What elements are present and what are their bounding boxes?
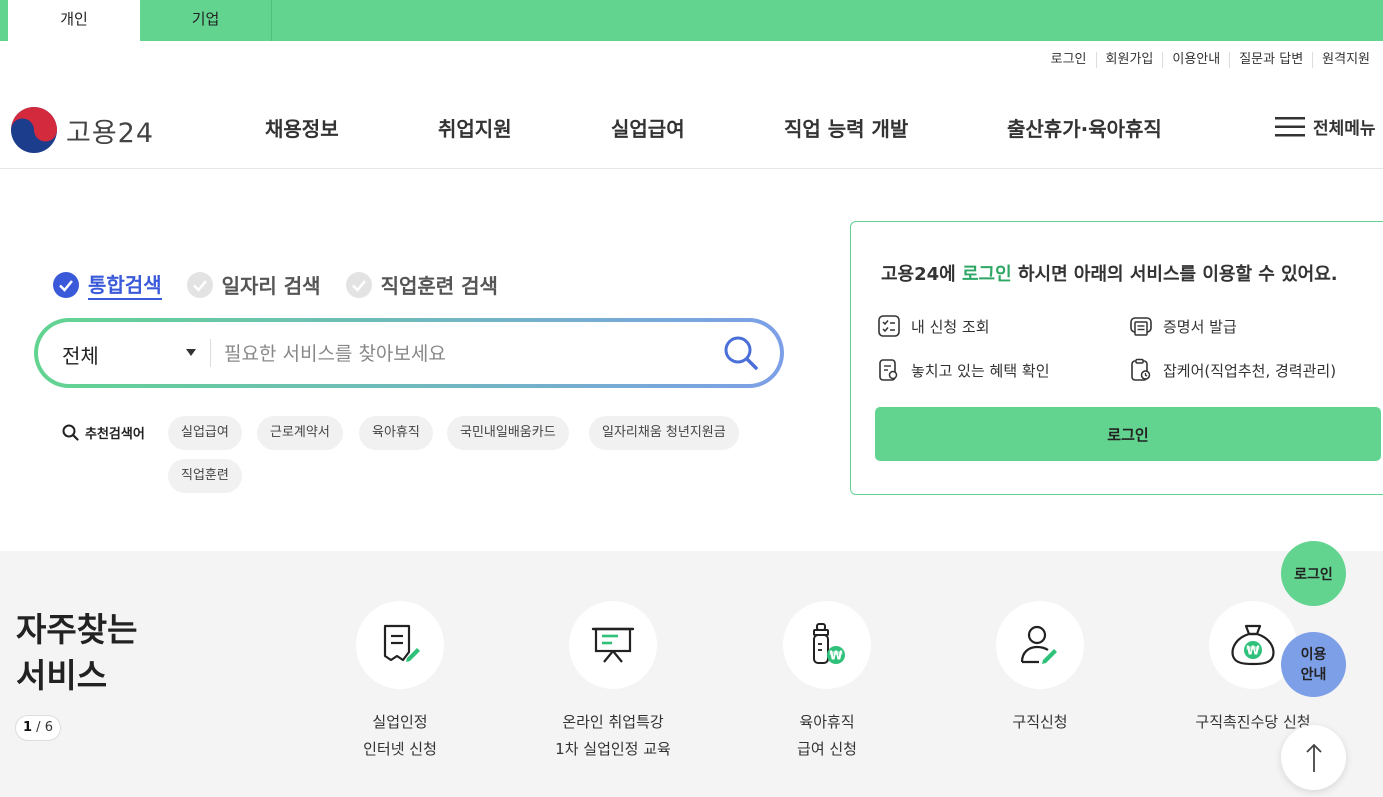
document-search-icon	[879, 359, 898, 381]
service-certificate[interactable]: 증명서 발급	[1129, 314, 1237, 338]
lead-before: 고용24에	[881, 264, 962, 285]
nav-unemployment-benefit[interactable]: 실업급여	[611, 113, 685, 142]
all-menu-button[interactable]: 전체메뉴	[1275, 114, 1376, 139]
util-login-link[interactable]: 로그인	[1042, 52, 1096, 68]
tab-integrated-search[interactable]: 통합검색	[52, 269, 162, 300]
service-icon-circle	[996, 601, 1084, 689]
service-label: 놓치고 있는 혜택 확인	[911, 361, 1050, 380]
service-parental-leave-benefit[interactable]: ₩ 육아휴직 급여 신청	[727, 601, 927, 763]
service-label: 증명서 발급	[1163, 317, 1237, 336]
tab-job-search[interactable]: 일자리 검색	[186, 270, 321, 299]
site-logo[interactable]: 고용24	[10, 106, 154, 154]
floating-guide-button[interactable]: 이용 안내	[1281, 632, 1346, 697]
hamburger-icon	[1275, 116, 1305, 136]
search-category-select[interactable]: 전체	[62, 340, 99, 369]
keyword-chip[interactable]: 육아휴직	[359, 416, 433, 450]
taegeuk-logo-icon	[11, 107, 57, 153]
search-button[interactable]	[722, 334, 760, 376]
util-signup-link[interactable]: 회원가입	[1095, 52, 1163, 68]
nav-job-info[interactable]: 채용정보	[265, 113, 339, 142]
main-header: 고용24 채용정보 취업지원 실업급여 직업 능력 개발 출산휴가·육아휴직 전…	[0, 84, 1383, 169]
person-pen-icon	[1020, 625, 1057, 664]
check-circle-icon	[345, 271, 372, 298]
search-icon	[724, 336, 758, 370]
keyword-chip[interactable]: 국민내일배움카드	[447, 416, 569, 450]
login-button[interactable]: 로그인	[875, 407, 1381, 461]
service-label: 구직신청	[1012, 713, 1068, 731]
tab-corporate[interactable]: 기업	[140, 0, 272, 41]
floating-login-button[interactable]: 로그인	[1281, 541, 1346, 606]
search-box-inner: 전체	[38, 322, 780, 384]
check-circle-icon	[53, 271, 79, 298]
title-line: 서비스	[16, 656, 108, 695]
service-label: 내 신청 조회	[911, 317, 990, 336]
utility-links: 로그인 회원가입 이용안내 질문과 답변 원격지원	[1042, 52, 1379, 68]
lead-after: 하시면 아래의 서비스를 이용할 수 있어요.	[1011, 264, 1338, 285]
caret-down-icon[interactable]	[186, 349, 196, 356]
service-jobcare[interactable]: 잡케어(직업추천, 경력관리)	[1129, 358, 1336, 382]
tab-training-search[interactable]: 직업훈련 검색	[345, 270, 498, 299]
search-divider	[210, 339, 211, 367]
login-lead-text: 고용24에 로그인 하시면 아래의 서비스를 이용할 수 있어요.	[881, 260, 1338, 286]
logo-text: 고용24	[66, 117, 155, 149]
util-guide-link[interactable]: 이용안내	[1162, 52, 1229, 68]
service-label: 실업인정 인터넷 신청	[363, 713, 437, 758]
search-icon	[62, 424, 79, 441]
scroll-top-button[interactable]	[1281, 725, 1346, 790]
title-line: 자주찾는	[16, 610, 138, 649]
service-icon-circle	[569, 601, 657, 689]
nav-employment-support[interactable]: 취업지원	[438, 113, 512, 142]
service-unemployment-recognition[interactable]: 실업인정 인터넷 신청	[300, 601, 500, 763]
money-bag-won-icon: ₩	[1231, 624, 1275, 666]
service-label: 온라인 취업특강 1차 실업인정 교육	[555, 713, 671, 758]
baby-bottle-won-icon: ₩	[813, 623, 845, 664]
printer-document-icon	[1130, 317, 1152, 336]
service-label: 잡케어(직업추천, 경력관리)	[1163, 361, 1337, 380]
search-box: 전체	[34, 318, 784, 388]
keyword-chip[interactable]: 실업급여	[168, 416, 242, 450]
search-input[interactable]	[224, 336, 704, 372]
document-pen-icon	[383, 624, 420, 662]
search-type-tabs: 통합검색 일자리 검색 직업훈련 검색	[52, 269, 522, 300]
audience-tab-bar: 개인 기업	[0, 0, 1383, 41]
frequent-services-section: 자주찾는 서비스 1 / 6 실업인정 인터넷 신청 온라인 취업특강 1차 실…	[0, 551, 1383, 797]
svg-text:₩: ₩	[1246, 644, 1260, 658]
keyword-chip[interactable]: 일자리채움 청년지원금	[589, 416, 739, 450]
tab-label: 통합검색	[88, 269, 162, 300]
util-remote-support-link[interactable]: 원격지원	[1312, 52, 1379, 68]
tab-label: 일자리 검색	[221, 274, 321, 298]
keyword-chip[interactable]: 근로계약서	[257, 416, 343, 450]
service-my-application[interactable]: 내 신청 조회	[877, 314, 990, 338]
service-label: 육아휴직 급여 신청	[797, 713, 857, 758]
arrow-up-icon	[1305, 743, 1322, 772]
recommended-keywords-label: 추천검색어	[62, 423, 145, 442]
service-icon-circle: ₩	[783, 601, 871, 689]
check-circle-icon	[186, 271, 213, 298]
tab-personal[interactable]: 개인	[8, 0, 140, 41]
section-title: 자주찾는 서비스	[16, 607, 137, 699]
lead-highlight: 로그인	[962, 264, 1012, 285]
checklist-icon	[878, 315, 900, 337]
keyword-chip[interactable]: 직업훈련	[168, 459, 242, 493]
service-missed-benefits[interactable]: 놓치고 있는 혜택 확인	[877, 358, 1050, 382]
pager-current: 1	[23, 720, 33, 735]
login-benefit-panel: 고용24에 로그인 하시면 아래의 서비스를 이용할 수 있어요. 내 신청 조…	[850, 221, 1383, 495]
service-icon-circle	[356, 601, 444, 689]
presentation-board-icon	[591, 627, 635, 663]
service-job-seeking-application[interactable]: 구직신청	[940, 601, 1140, 736]
nav-vocational-training[interactable]: 직업 능력 개발	[784, 113, 908, 142]
pager-total: 6	[44, 720, 53, 735]
carousel-pager[interactable]: 1 / 6	[15, 715, 61, 741]
svg-text:₩: ₩	[829, 649, 843, 663]
util-qna-link[interactable]: 질문과 답변	[1229, 52, 1312, 68]
service-online-lecture[interactable]: 온라인 취업특강 1차 실업인정 교육	[513, 601, 713, 763]
nav-maternity-parental-leave[interactable]: 출산휴가·육아휴직	[1007, 113, 1162, 142]
all-menu-label: 전체메뉴	[1313, 119, 1376, 139]
tab-label: 직업훈련 검색	[380, 274, 498, 298]
recommended-label-text: 추천검색어	[85, 427, 145, 442]
clipboard-clock-icon	[1131, 358, 1151, 381]
